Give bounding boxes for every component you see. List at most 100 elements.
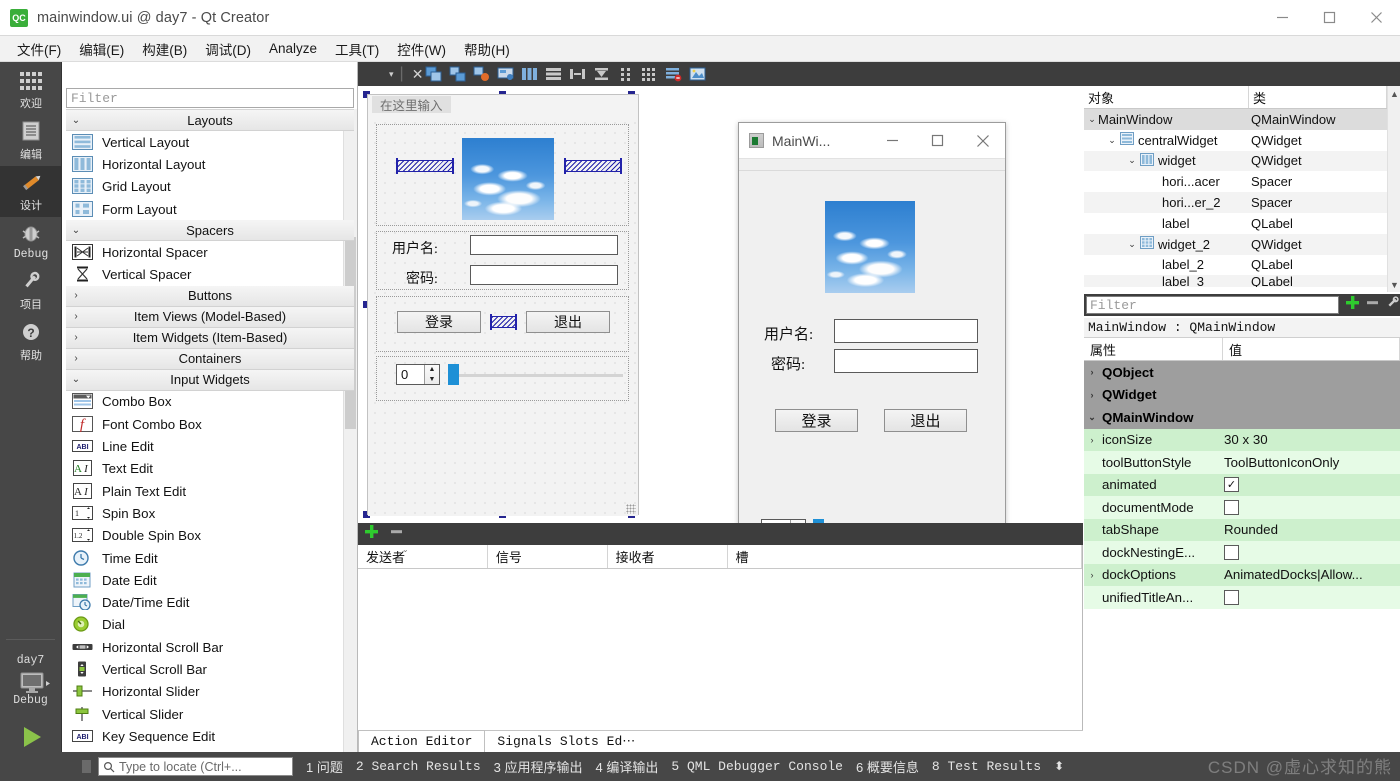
layout-splitter-h-icon[interactable] (566, 64, 588, 84)
layout-vertical-icon[interactable] (542, 64, 564, 84)
object-row-widget[interactable]: ⌄ widget QWidget (1084, 150, 1400, 172)
chevron-right-icon[interactable]: › (1084, 435, 1100, 445)
output-pane-search-results[interactable]: 2 Search Results (356, 759, 481, 774)
menu-file[interactable]: 文件(F) (8, 36, 70, 62)
column-object[interactable]: 对象 (1084, 86, 1249, 108)
documentmode-checkbox[interactable] (1224, 499, 1239, 515)
widget-group-buttons[interactable]: › Buttons (66, 285, 354, 307)
kit-selector[interactable]: day7 Debug (0, 650, 61, 707)
chevron-right-icon[interactable]: › (1084, 570, 1100, 580)
object-inspector-filter-input[interactable]: Filter (1086, 296, 1339, 314)
property-row-tabshape[interactable]: tabShape Rounded (1084, 518, 1400, 541)
preview-window[interactable]: MainWi... 用户名: 密码: 登录 退出 (738, 122, 1006, 578)
form-main-window[interactable]: 在这里输入 用户名: 密码: 登录 退出 0 ▲ ▼ (367, 94, 639, 516)
add-connection-button[interactable] (364, 524, 379, 544)
scroll-down-arrow-icon[interactable]: ▼ (1388, 277, 1400, 292)
property-group-qmainwindow[interactable]: ⌄ QMainWindow (1084, 406, 1400, 429)
widget-group-containers[interactable]: › Containers (66, 348, 354, 370)
resize-grip[interactable] (626, 504, 636, 514)
property-row-animated[interactable]: animated ✓ (1084, 473, 1400, 496)
widget-item-date-time-edit[interactable]: Date/Time Edit (66, 591, 354, 613)
column-signal[interactable]: 信号 (488, 545, 608, 568)
widget-item-vertical-scroll-bar[interactable]: Vertical Scroll Bar (66, 658, 354, 680)
menu-placeholder-label[interactable]: 在这里输入 (372, 96, 451, 113)
object-row-centralwidget[interactable]: ⌄ centralWidget QWidget (1084, 130, 1400, 151)
widget-item-text-edit[interactable]: AI Text Edit (66, 458, 354, 480)
output-pane-qml-debugger-console[interactable]: 5 QML Debugger Console (671, 759, 843, 774)
login-button[interactable]: 登录 (397, 311, 481, 333)
form-menubar[interactable]: 在这里输入 (368, 95, 638, 116)
widget-group-input-widgets[interactable]: ⌄ Input Widgets (66, 369, 354, 391)
image-label[interactable] (462, 138, 554, 220)
menu-tools[interactable]: 工具(T) (326, 36, 388, 62)
mode-debug[interactable]: Debug (0, 217, 62, 265)
mode-design[interactable]: 设计 (0, 166, 62, 217)
column-sender[interactable]: 发送者 ⌄ (358, 545, 488, 568)
property-value[interactable]: ToolButtonIconOnly (1224, 455, 1339, 470)
widget-item-font-combo-box[interactable]: f Font Combo Box (66, 413, 354, 435)
object-row-spacer-1[interactable]: hori...acer Spacer (1084, 171, 1400, 192)
widget-group-spacers[interactable]: ⌄ Spacers (66, 220, 354, 242)
property-value[interactable]: AnimatedDocks|Allow... (1224, 567, 1363, 582)
widget-item-dial[interactable]: Dial (66, 614, 354, 636)
property-value[interactable]: 30 x 30 (1224, 432, 1268, 447)
edit-signals-slots-icon[interactable] (446, 64, 468, 84)
output-pane-application-output[interactable]: 3 应用程序输出 (494, 757, 583, 776)
chevron-right-icon[interactable]: › (1084, 367, 1100, 377)
spin-box-arrows[interactable]: ▲ ▼ (424, 365, 439, 384)
property-row-unifiedtitleandtoolbar[interactable]: unifiedTitleAn... (1084, 586, 1400, 609)
widget-group-item-views[interactable]: › Item Views (Model-Based) (66, 306, 354, 328)
preview-menubar[interactable] (739, 159, 1005, 171)
username-input[interactable] (470, 235, 618, 255)
adjust-size-icon[interactable] (686, 64, 708, 84)
property-value[interactable]: Rounded (1224, 522, 1278, 537)
widget-item-horizontal-scroll-bar[interactable]: Horizontal Scroll Bar (66, 636, 354, 658)
minimize-button[interactable] (1259, 0, 1306, 36)
object-row-label-3[interactable]: label_3 QLabel (1084, 275, 1400, 288)
layout-grid-icon[interactable] (638, 64, 660, 84)
output-pane-issues[interactable]: 1 问题 (306, 757, 343, 776)
locator-input[interactable]: Type to locate (Ctrl+... (98, 757, 293, 776)
widget-item-combo-box[interactable]: Combo Box (66, 391, 354, 413)
widget-item-grid-layout[interactable]: Grid Layout (66, 176, 354, 198)
tab-signals-slots-editor[interactable]: Signals Slots Ed⋯ (485, 730, 647, 752)
widget-item-double-spin-box[interactable]: 1.2 Double Spin Box (66, 525, 354, 547)
slider-handle[interactable] (448, 364, 459, 385)
property-row-iconsize[interactable]: › iconSize 30 x 30 (1084, 428, 1400, 451)
output-pane-test-results[interactable]: 8 Test Results (932, 759, 1041, 774)
horizontal-spacer-left[interactable] (396, 158, 454, 174)
output-pane-compile-output[interactable]: 4 编译输出 (596, 757, 659, 776)
chevron-down-icon[interactable]: ⌄ (1084, 412, 1100, 423)
chevron-down-icon[interactable]: ⌄ (1126, 239, 1138, 250)
layout-horizontal-icon[interactable] (518, 64, 540, 84)
widget-group-layouts[interactable]: ⌄ Layouts (66, 110, 354, 131)
widget-item-time-edit[interactable]: Time Edit (66, 547, 354, 569)
add-property-button[interactable] (1345, 295, 1360, 315)
widget-item-vertical-layout[interactable]: Vertical Layout (66, 131, 354, 153)
property-row-toolbuttonstyle[interactable]: toolButtonStyle ToolButtonIconOnly (1084, 451, 1400, 474)
object-row-widget-2[interactable]: ⌄ widget_2 QWidget (1084, 233, 1400, 255)
layout-splitter-v-icon[interactable] (590, 64, 612, 84)
column-value[interactable]: 值 (1223, 338, 1400, 360)
menu-edit[interactable]: 编辑(E) (70, 36, 133, 62)
widget-item-date-edit[interactable]: Date Edit (66, 569, 354, 591)
edit-widgets-icon[interactable] (422, 64, 444, 84)
spin-down-arrow-icon[interactable]: ▼ (425, 375, 439, 385)
quit-button[interactable]: 退出 (526, 311, 610, 333)
edit-tab-order-icon[interactable] (494, 64, 516, 84)
mode-welcome[interactable]: 欢迎 (0, 62, 62, 115)
preview-username-input[interactable] (834, 319, 978, 343)
chevron-down-icon[interactable]: ⌄ (1086, 114, 1098, 125)
preview-maximize-button[interactable] (915, 123, 960, 159)
preview-quit-button[interactable]: 退出 (884, 409, 967, 432)
animated-checkbox[interactable]: ✓ (1224, 477, 1239, 493)
horizontal-slider[interactable] (448, 364, 623, 385)
object-row-label[interactable]: label QLabel (1084, 213, 1400, 234)
column-receiver[interactable]: 接收者 (608, 545, 728, 568)
menu-widgets[interactable]: 控件(W) (388, 36, 455, 62)
column-slot[interactable]: 槽 (728, 545, 1083, 568)
horizontal-spacer-between-buttons[interactable] (490, 314, 517, 330)
object-row-label-2[interactable]: label_2 QLabel (1084, 255, 1400, 276)
preview-minimize-button[interactable] (870, 123, 915, 159)
menu-build[interactable]: 构建(B) (133, 36, 196, 62)
